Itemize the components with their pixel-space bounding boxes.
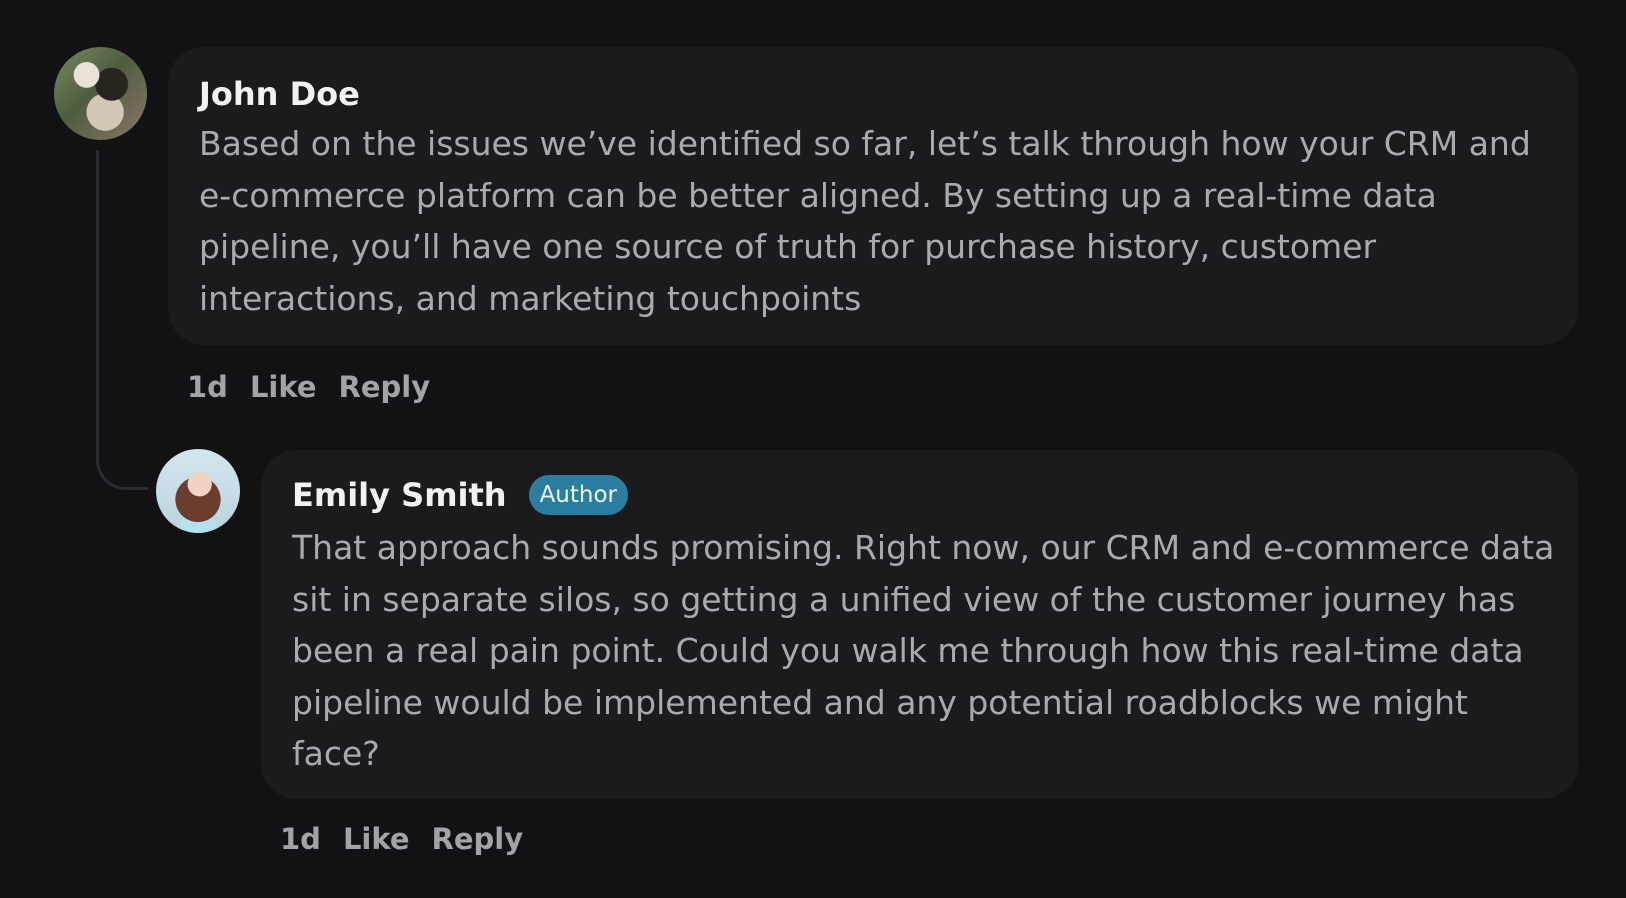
comment-card-john-doe: John Doe Based on the issues we’ve ident…	[168, 47, 1578, 345]
author-name[interactable]: Emily Smith	[292, 474, 507, 516]
comment-header: Emily Smith Author	[292, 474, 629, 516]
comment-actions: 1d Like Reply	[187, 368, 430, 406]
comment-actions: 1d Like Reply	[280, 820, 523, 858]
comment-card-emily-smith: Emily Smith Author That approach sounds …	[261, 450, 1578, 799]
comment-body: That approach sounds promising. Right no…	[292, 528, 1555, 773]
like-button[interactable]: Like	[343, 820, 410, 858]
comment-timestamp: 1d	[187, 370, 228, 404]
avatar-john-doe[interactable]	[54, 47, 147, 140]
author-badge: Author	[528, 475, 629, 515]
like-button[interactable]: Like	[250, 368, 317, 406]
comment-header: John Doe	[199, 73, 360, 115]
thread-connector-line	[96, 150, 148, 490]
reply-button[interactable]: Reply	[432, 820, 524, 858]
author-name[interactable]: John Doe	[199, 73, 360, 115]
avatar-emily-smith[interactable]	[156, 449, 240, 533]
comment-timestamp: 1d	[280, 822, 321, 856]
comment-thread: John Doe Based on the issues we’ve ident…	[0, 0, 1626, 898]
reply-button[interactable]: Reply	[339, 368, 431, 406]
comment-body: Based on the issues we’ve identified so …	[199, 124, 1531, 318]
